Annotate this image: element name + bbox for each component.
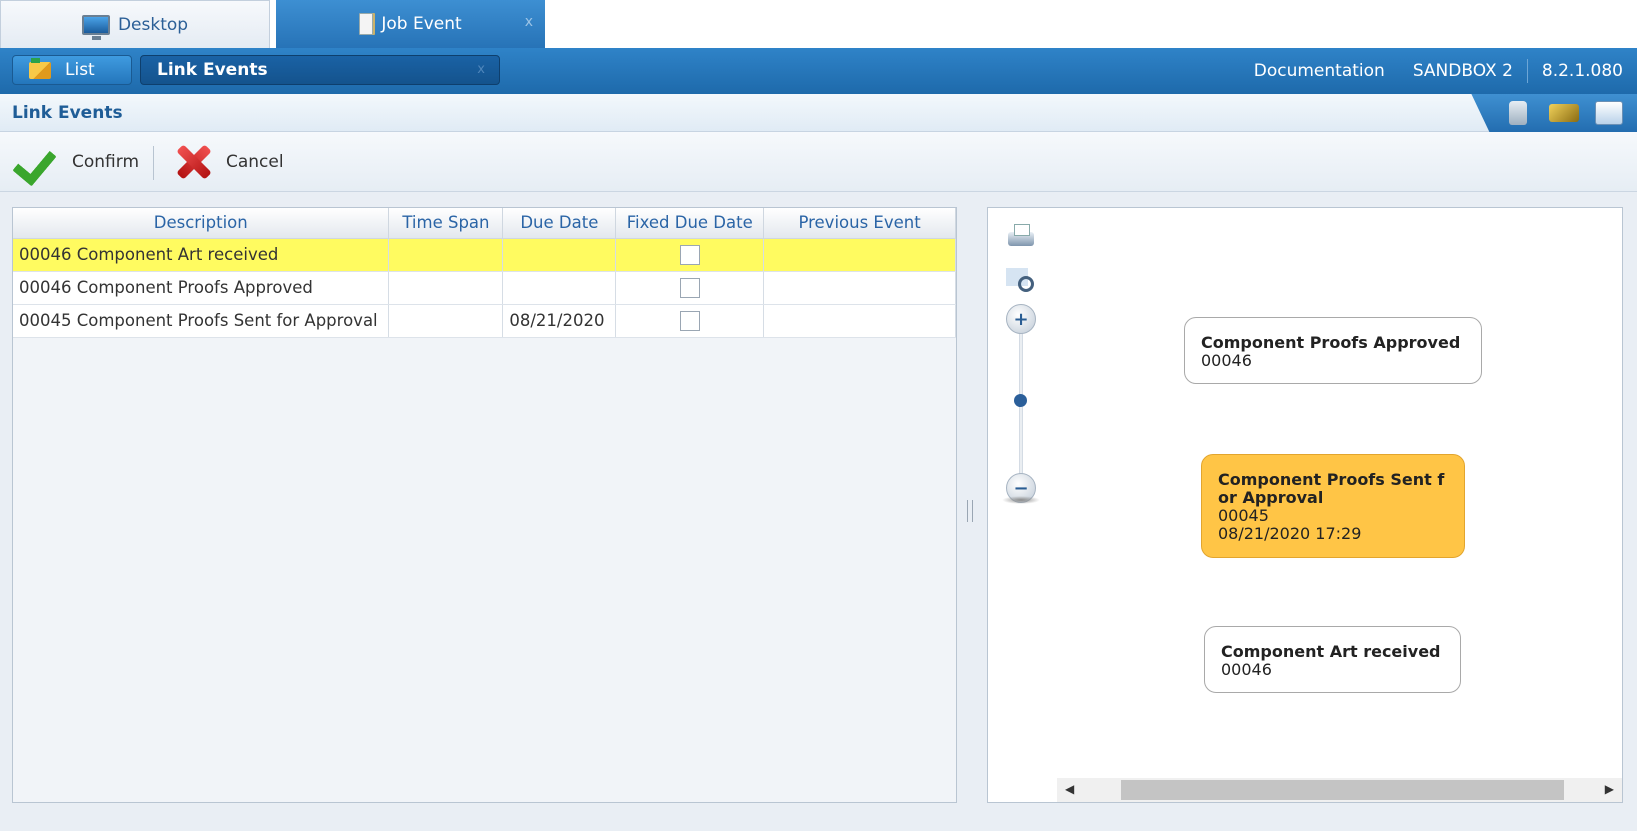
- tab-desktop-label: Desktop: [117, 14, 189, 35]
- link-events-tab[interactable]: Link Events x: [140, 55, 500, 85]
- link-events-tab-label: Link Events: [157, 60, 268, 80]
- page-title-bar: Link Events: [0, 94, 1637, 132]
- node-code: 00045: [1218, 506, 1269, 525]
- zoom-slider-base: [1002, 496, 1040, 504]
- nav-right-links: Documentation SANDBOX 2 8.2.1.080: [1240, 48, 1637, 94]
- nav-bar: List Link Events x Documentation SANDBOX…: [0, 48, 1637, 94]
- fixed-due-date-checkbox[interactable]: [679, 277, 700, 298]
- node-code: 00046: [1221, 660, 1272, 679]
- documentation-link[interactable]: Documentation: [1240, 61, 1399, 81]
- zoom-to-fit-icon[interactable]: [1004, 264, 1036, 294]
- table-row[interactable]: 00045 Component Proofs Sent for Approval…: [13, 304, 956, 338]
- events-grid-panel: Description Time Span Due Date Fixed Due…: [12, 207, 957, 803]
- column-header-time-span[interactable]: Time Span: [388, 208, 504, 239]
- column-header-fixed-due-date[interactable]: Fixed Due Date: [615, 208, 765, 239]
- folder-icon: [29, 57, 51, 79]
- document-icon: [359, 13, 374, 35]
- printer-icon[interactable]: [1004, 222, 1036, 252]
- fixed-due-date-checkbox[interactable]: [679, 244, 700, 265]
- cell-description: 00046 Component Art received: [13, 238, 390, 272]
- table-row[interactable]: 00046 Component Proofs Approved: [13, 271, 956, 305]
- tab-desktop[interactable]: Desktop: [0, 0, 270, 48]
- list-button[interactable]: List: [12, 55, 132, 85]
- grid-header-row: Description Time Span Due Date Fixed Due…: [13, 208, 956, 239]
- cell-fixed-due-date: [615, 304, 765, 338]
- top-tab-strip: Desktop Job Event x: [0, 0, 1637, 48]
- event-diagram-panel: + − Component Proofs Approved 00046 Comp…: [987, 207, 1623, 803]
- table-row[interactable]: 00046 Component Art received: [13, 238, 956, 272]
- events-grid: Description Time Span Due Date Fixed Due…: [13, 208, 956, 338]
- cancel-label: Cancel: [226, 152, 284, 172]
- diagram-node[interactable]: Component Art received 00046: [1204, 626, 1461, 693]
- zoom-in-button[interactable]: +: [1006, 304, 1036, 334]
- diagram-node-highlighted[interactable]: Component Proofs Sent f or Approval 0004…: [1201, 454, 1465, 558]
- horizontal-scrollbar[interactable]: ◀ ▶: [1057, 778, 1622, 802]
- cell-fixed-due-date: [615, 238, 765, 272]
- cell-time-span[interactable]: [388, 271, 504, 305]
- panel-splitter-handle[interactable]: [967, 500, 973, 522]
- cell-time-span[interactable]: [388, 304, 504, 338]
- cell-due-date[interactable]: 08/21/2020: [502, 304, 617, 338]
- cell-fixed-due-date: [615, 271, 765, 305]
- scroll-left-icon[interactable]: ◀: [1065, 782, 1074, 796]
- cell-previous-event[interactable]: [763, 238, 956, 272]
- scrollbar-thumb[interactable]: [1121, 780, 1564, 800]
- confirm-button[interactable]: Confirm: [16, 142, 139, 182]
- node-code: 00046: [1201, 351, 1252, 370]
- checkmark-icon: [16, 142, 60, 182]
- title-tools: [1471, 94, 1637, 132]
- close-link-events-icon[interactable]: x: [477, 62, 485, 77]
- node-title: Component Proofs Approved: [1201, 333, 1461, 352]
- cell-description: 00045 Component Proofs Sent for Approval: [13, 304, 390, 338]
- zoom-slider-thumb[interactable]: [1014, 394, 1027, 407]
- cell-due-date[interactable]: [502, 238, 617, 272]
- monitor-icon: [81, 14, 110, 40]
- layers-icon[interactable]: [1549, 104, 1579, 122]
- scroll-right-icon[interactable]: ▶: [1605, 782, 1614, 796]
- cancel-button[interactable]: Cancel: [172, 142, 284, 182]
- fixed-due-date-checkbox[interactable]: [679, 310, 700, 331]
- cell-time-span[interactable]: [388, 238, 504, 272]
- environment-label: SANDBOX 2: [1412, 61, 1513, 81]
- trash-icon[interactable]: [1509, 101, 1527, 125]
- column-header-due-date[interactable]: Due Date: [502, 208, 617, 239]
- node-date: 08/21/2020 17:29: [1218, 524, 1362, 543]
- cell-description: 00046 Component Proofs Approved: [13, 271, 390, 305]
- diagram-node[interactable]: Component Proofs Approved 00046: [1184, 317, 1482, 384]
- toolbar-divider: [153, 146, 154, 180]
- cell-previous-event[interactable]: [763, 304, 956, 338]
- tab-job-event[interactable]: Job Event x: [276, 0, 545, 48]
- new-window-icon[interactable]: [1595, 101, 1623, 125]
- action-toolbar: Confirm Cancel: [0, 132, 1637, 192]
- tab-job-event-label: Job Event: [381, 14, 462, 34]
- node-title: Component Art received: [1221, 642, 1441, 661]
- column-header-previous-event[interactable]: Previous Event: [763, 208, 956, 239]
- version-label: 8.2.1.080: [1541, 61, 1623, 81]
- close-tab-icon[interactable]: x: [525, 14, 533, 30]
- cell-due-date[interactable]: [502, 271, 617, 305]
- cell-previous-event[interactable]: [763, 271, 956, 305]
- list-button-label: List: [65, 60, 95, 80]
- confirm-label: Confirm: [72, 152, 140, 172]
- page-title: Link Events: [12, 103, 123, 123]
- node-title: Component Proofs Sent f or Approval: [1218, 470, 1445, 507]
- cancel-x-icon: [172, 142, 214, 182]
- column-header-description[interactable]: Description: [13, 208, 390, 239]
